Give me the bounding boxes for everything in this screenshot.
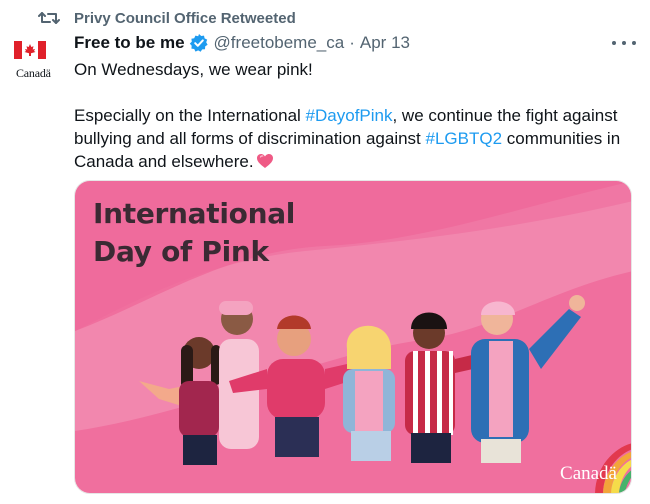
canada-flag-icon [10,38,56,62]
tweet-line-1: On Wednesdays, we wear pink! [74,60,313,79]
tweet-body: On Wednesdays, we wear pink! Especially … [74,58,634,173]
media-title: International Day of Pink [93,195,295,271]
author-name[interactable]: Free to be me [74,33,185,53]
media-title-line-1: International [93,197,296,230]
tweet-header: Free to be me @freetobeme_ca · Apr 13 [74,32,410,54]
tweet-media-image[interactable]: International Day of Pink Canadä [74,180,632,494]
hashtag-dayofpink[interactable]: #DayofPink [306,106,393,125]
tweet-text-segment: Especially on the International [74,106,306,125]
retweet-label[interactable]: Privy Council Office Retweeted [74,10,296,27]
tweet-date[interactable]: Apr 13 [360,33,410,53]
retweet-icon [38,9,60,27]
verified-badge-icon [189,33,209,53]
author-avatar[interactable]: Canadä [10,38,56,84]
pink-heart-icon [256,152,274,168]
hashtag-lgbtq2[interactable]: #LGBTQ2 [426,129,503,148]
retweet-indicator[interactable]: Privy Council Office Retweeted [38,8,296,28]
header-separator: · [349,33,355,52]
author-handle[interactable]: @freetobeme_ca [214,33,345,53]
media-canada-logo: Canadä [560,463,617,484]
media-title-line-2: Day of Pink [93,235,269,268]
more-options-icon[interactable] [612,36,636,50]
avatar-wordmark: Canadä [16,66,51,80]
tweet-paragraph-2: Especially on the International #DayofPi… [74,104,634,173]
